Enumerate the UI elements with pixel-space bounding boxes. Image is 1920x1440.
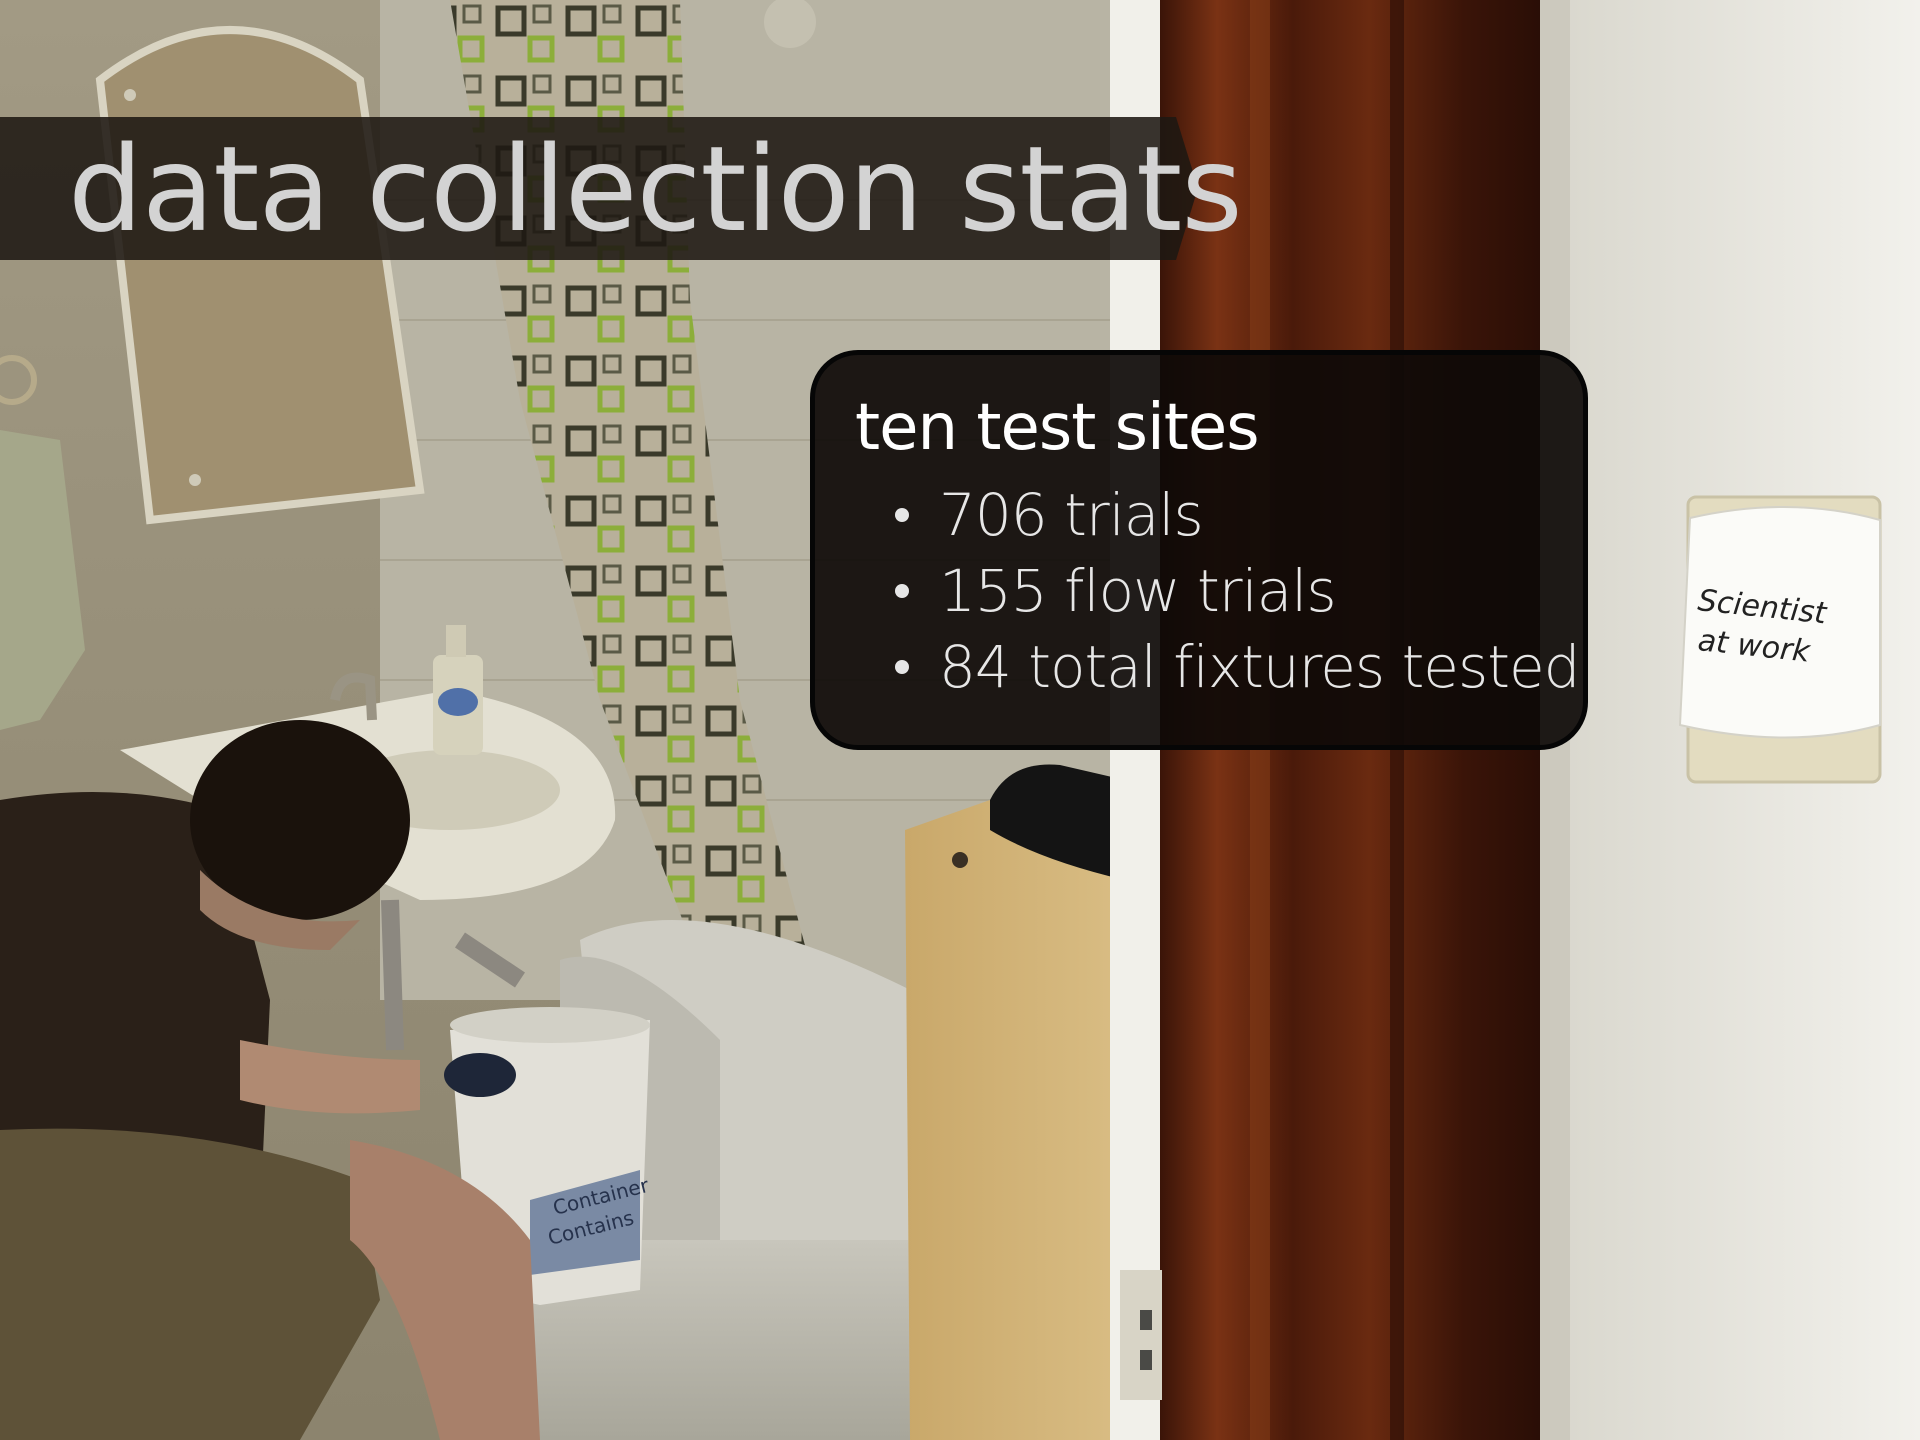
bullet-icon [895, 584, 909, 598]
bullet-icon [895, 660, 909, 674]
stats-list-item: 84 total fixtures tested [895, 629, 1580, 705]
stat-label: 84 total fixtures tested [939, 633, 1580, 701]
stat-label: 706 trials [939, 481, 1204, 549]
slide-title: data collection stats [68, 120, 1243, 258]
stats-list: 706 trials 155 flow trials 84 total fixt… [895, 477, 1580, 705]
bullet-icon [895, 508, 909, 522]
slide: Container Contains Scientist at work dat… [0, 0, 1920, 1440]
stats-callout: ten test sites 706 trials 155 flow trial… [810, 350, 1588, 750]
stat-label: 155 flow trials [939, 557, 1337, 625]
callout-heading: ten test sites [855, 391, 1260, 465]
stats-list-item: 155 flow trials [895, 553, 1579, 629]
stats-list-item: 706 trials [895, 477, 1579, 553]
